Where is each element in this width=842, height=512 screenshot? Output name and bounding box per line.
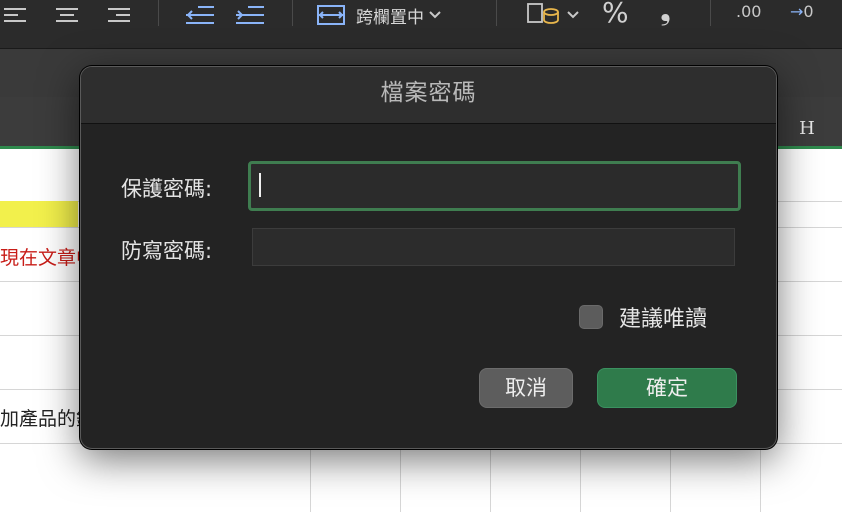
read-only-label[interactable]: 建議唯讀 [619,301,707,333]
align-center-icon[interactable] [54,0,80,30]
merge-center-button[interactable]: 跨欄置中 [316,0,442,30]
merge-center-label: 跨欄置中 [356,7,424,28]
protect-password-label: 保護密碼: [121,177,213,201]
merge-cells-icon [316,4,346,26]
ribbon-toolbar: 跨欄置中 % ❟ .00 → 0 [0,0,842,49]
write-password-label: 防寫密碼: [121,239,213,263]
cancel-button[interactable]: 取消 [479,368,573,408]
toolbar-separator [710,0,711,26]
read-only-checkbox[interactable] [579,305,603,329]
accounting-format-icon [526,2,560,28]
increase-indent-icon[interactable] [234,0,266,30]
increase-decimal-button[interactable]: .00 [736,0,761,26]
align-right-icon[interactable] [106,0,132,30]
comma-style-button[interactable]: ❟ [660,0,671,26]
decrease-decimal-label: 0 [803,1,814,21]
column-header-h[interactable]: H [797,118,817,139]
align-left-icon[interactable] [2,0,28,30]
text-caret [259,173,261,197]
decrease-decimal-button[interactable]: → 0 [790,0,814,26]
number-format-button[interactable] [526,0,580,30]
dialog-title: 檔案密碼 [81,67,776,124]
cell-red-text[interactable]: 現在文章中 [0,243,80,270]
ok-button[interactable]: 確定 [597,368,737,408]
write-password-input[interactable] [252,228,735,266]
chevron-down-icon [428,10,442,20]
decrease-indent-icon[interactable] [184,0,216,30]
file-password-dialog: 檔案密碼 保護密碼: 防寫密碼: 建議唯讀 取消 確定 [80,66,777,449]
toolbar-separator [292,0,293,26]
protect-password-input[interactable] [248,161,741,211]
cell-text[interactable]: 加產品的銷 [0,404,80,431]
toolbar-separator [496,0,497,26]
increase-decimal-label: .00 [736,1,762,21]
arrow-right-icon: → [790,1,804,21]
chevron-down-icon [566,10,580,20]
comma-icon: ❟ [660,0,671,27]
percent-icon: % [602,0,629,29]
toolbar-separator [158,0,159,26]
highlighted-cell[interactable] [0,201,78,227]
percent-style-button[interactable]: % [602,0,629,28]
